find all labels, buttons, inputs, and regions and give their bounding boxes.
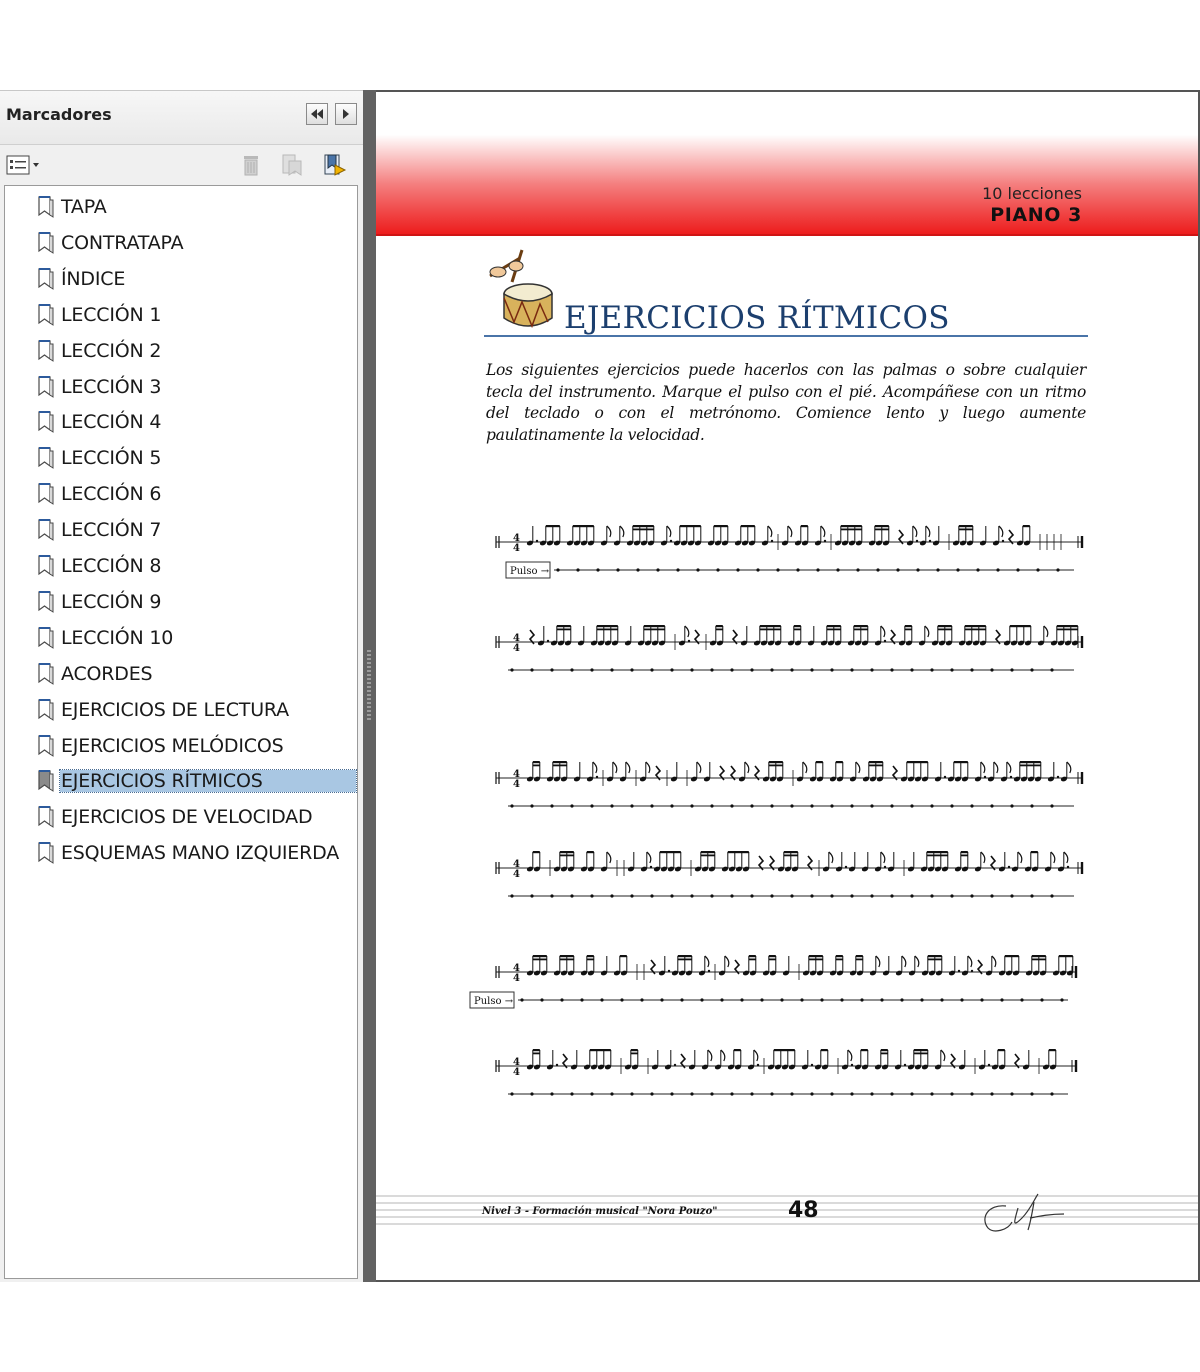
time-signature-bottom: 4 <box>513 869 520 880</box>
bookmark-item[interactable]: TAPA <box>33 194 357 222</box>
splitter-grip[interactable] <box>367 650 371 720</box>
bookmark-item[interactable]: LECCIÓN 5 <box>33 445 357 473</box>
bookmark-icon <box>37 806 55 833</box>
bookmark-item[interactable]: LECCIÓN 4 <box>33 409 357 437</box>
time-signature-bottom: 4 <box>513 973 520 984</box>
bookmark-item[interactable]: LECCIÓN 6 <box>33 481 357 509</box>
bookmark-item[interactable]: LECCIÓN 9 <box>33 589 357 617</box>
bookmark-icon <box>37 303 55 331</box>
time-signature-bottom: 4 <box>513 1067 520 1078</box>
panel-splitter[interactable] <box>363 90 376 1282</box>
rhythm-exercises: 44Pulso →44444444Pulso →44 <box>469 525 1084 1096</box>
bookmarks-panel: Marcadores TAPA CONTRATAPA ÍNDICE LECCIÓ… <box>0 90 363 1282</box>
bookmark-item[interactable]: CONTRATAPA <box>33 230 357 258</box>
bookmark-icon <box>37 339 55 367</box>
bookmark-label: LECCIÓN 4 <box>61 411 162 434</box>
bookmark-label: CONTRATAPA <box>61 231 184 254</box>
bookmark-item[interactable]: LECCIÓN 10 <box>33 625 357 653</box>
page-number: 48 <box>788 1198 819 1223</box>
collapse-panel-icon <box>311 109 323 119</box>
footer-text: Nivel 3 - Formación musical "Nora Pouzo" <box>482 1206 718 1217</box>
expand-panel-icon <box>343 109 349 119</box>
pulse-label: Pulso → <box>474 996 514 1007</box>
bookmark-label: EJERCICIOS MELÓDICOS <box>61 734 284 757</box>
bookmark-item[interactable]: LECCIÓN 3 <box>33 374 357 402</box>
bookmark-icon <box>37 447 55 474</box>
options-menu-button[interactable] <box>5 153 41 177</box>
bookmark-item[interactable]: LECCIÓN 7 <box>33 517 357 545</box>
bookmark-item[interactable]: EJERCICIOS DE VELOCIDAD <box>33 804 357 832</box>
bookmark-icon <box>37 196 55 223</box>
time-signature-bottom: 4 <box>513 543 520 554</box>
bookmark-label: LECCIÓN 10 <box>61 626 174 649</box>
bookmark-item[interactable]: EJERCICIOS MELÓDICOS <box>33 733 357 761</box>
new-bookmark-from-selection-icon <box>282 154 302 176</box>
signature-icon <box>984 1193 1065 1232</box>
collapse-panel-button[interactable] <box>306 103 328 125</box>
bookmark-label: LECCIÓN 8 <box>61 555 162 577</box>
delete-bookmark-icon <box>244 156 258 176</box>
bookmark-item[interactable]: LECCIÓN 8 <box>33 553 357 581</box>
bookmark-icon <box>37 770 55 797</box>
bookmark-icon <box>37 267 55 295</box>
bookmark-label: LECCIÓN 9 <box>61 590 162 613</box>
bookmark-label: LECCIÓN 7 <box>61 519 162 542</box>
bookmark-label: LECCIÓN 6 <box>61 483 162 506</box>
bookmark-label: LECCIÓN 2 <box>61 339 162 362</box>
bookmark-label: TAPA <box>61 196 107 218</box>
bookmark-icon <box>37 626 55 654</box>
options-menu-icon <box>6 155 39 175</box>
bookmark-item[interactable]: ÍNDICE <box>33 266 357 294</box>
bookmark-icon <box>37 734 55 762</box>
new-bookmark-icon <box>324 154 347 176</box>
bookmark-label: EJERCICIOS DE VELOCIDAD <box>61 806 313 829</box>
bookmark-label: LECCIÓN 5 <box>61 447 162 470</box>
bookmark-icon <box>37 483 55 510</box>
bookmark-item[interactable]: EJERCICIOS RÍTMICOS <box>33 768 357 796</box>
bookmark-label: EJERCICIOS RÍTMICOS <box>59 769 357 794</box>
bookmark-label: ESQUEMAS MANO IZQUIERDA <box>61 842 340 865</box>
panel-title: Marcadores <box>6 105 112 124</box>
bookmark-item[interactable]: ACORDES <box>33 661 357 689</box>
bookmark-icon <box>37 590 55 618</box>
new-bookmark-from-selection-button[interactable] <box>279 153 305 177</box>
bookmark-icon <box>37 375 55 403</box>
bookmark-label: ACORDES <box>61 662 153 685</box>
expand-panel-button[interactable] <box>335 103 357 125</box>
bookmark-label: ÍNDICE <box>61 267 126 290</box>
bookmark-item[interactable]: LECCIÓN 1 <box>33 302 357 330</box>
bookmark-tree: TAPA CONTRATAPA ÍNDICE LECCIÓN 1 LECCIÓN 2 LE… <box>4 185 358 1279</box>
bookmark-icon <box>37 842 55 869</box>
bookmark-icon <box>37 662 55 690</box>
bookmark-item[interactable]: ESQUEMAS MANO IZQUIERDA <box>33 840 357 868</box>
delete-bookmark-button[interactable] <box>238 153 264 177</box>
bookmark-icon <box>37 555 55 582</box>
bookmark-icon <box>37 698 55 726</box>
bookmark-icon <box>37 231 55 259</box>
bookmark-icon <box>37 411 55 438</box>
bookmark-item[interactable]: EJERCICIOS DE LECTURA <box>33 697 357 725</box>
panel-toolbar <box>0 145 363 185</box>
new-bookmark-button[interactable] <box>321 153 347 177</box>
document-page: 10 lecciones PIANO 3 EJERCICIOS RÍTMICOS… <box>376 90 1198 1282</box>
panel-header: Marcadores <box>0 91 363 145</box>
bookmark-item[interactable]: LECCIÓN 2 <box>33 338 357 366</box>
bookmark-icon <box>37 519 55 546</box>
time-signature-bottom: 4 <box>513 643 520 654</box>
pulse-label: Pulso → <box>510 566 550 577</box>
bookmark-label: LECCIÓN 1 <box>61 303 162 326</box>
time-signature-bottom: 4 <box>513 779 520 790</box>
bookmark-label: LECCIÓN 3 <box>61 375 162 398</box>
bookmark-label: EJERCICIOS DE LECTURA <box>61 698 289 721</box>
